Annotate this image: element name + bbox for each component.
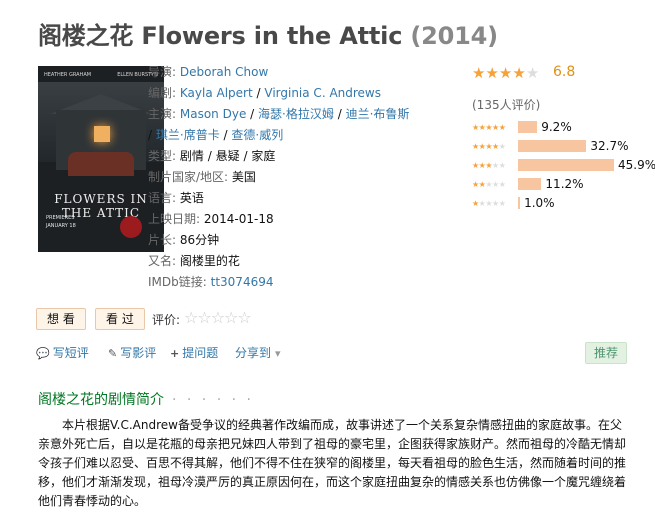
rating-bar — [518, 197, 521, 209]
rating-percent: 11.2% — [545, 177, 584, 191]
empty-star-icon: ★ — [525, 64, 540, 82]
bar-stars-icon: ★★★★★ — [472, 141, 506, 151]
star-icon: ★ — [472, 64, 486, 82]
cast-link[interactable]: Mason Dye — [180, 107, 246, 121]
rating-percent: 45.9% — [618, 158, 655, 172]
movie-poster[interactable]: HEATHER GRAHAM ELLEN BURSTYN FLOWERS IN … — [38, 66, 164, 252]
poster-cast: HEATHER GRAHAM ELLEN BURSTYN — [44, 72, 158, 78]
write-short-review-link[interactable]: 💬 写短评 — [36, 344, 89, 361]
bar-stars-icon: ★★★★★ — [472, 122, 506, 132]
cast-row: 主演: Mason Dye / 海瑟·格拉汉姆 / 迪兰·布鲁斯 — [148, 107, 410, 121]
star-icon: ★ — [485, 64, 499, 82]
rating-stars: ★★★★★ — [472, 64, 539, 82]
network-logo — [120, 216, 142, 238]
speech-bubble-icon: 💬 — [36, 347, 50, 360]
cast-link[interactable]: 迪兰·布鲁斯 — [346, 107, 410, 121]
movie-name: 阁楼之花 Flowers in the Attic — [38, 22, 403, 50]
movie-info: 导演: Deborah Chow 编剧: Kayla Alpert / Virg… — [148, 62, 418, 293]
rating-score: 6.8 — [553, 64, 576, 80]
aka-row: 又名: 阁楼里的花 — [148, 254, 240, 268]
rating-percent: 32.7% — [590, 139, 629, 153]
rating-bar — [518, 159, 614, 171]
rating-bar — [518, 140, 587, 152]
director-link[interactable]: Deborah Chow — [180, 65, 268, 79]
pencil-icon: ✎ — [108, 347, 118, 360]
imdb-link[interactable]: tt3074694 — [211, 275, 274, 289]
summary-heading: 阁楼之花的剧情简介 · · · · · · — [38, 392, 254, 408]
rating-bar — [518, 178, 542, 190]
cast-link[interactable]: 海瑟·格拉汉姆 — [258, 107, 334, 121]
star-icon: ★ — [498, 64, 513, 82]
bar-stars-icon: ★★★★★ — [472, 198, 506, 208]
writer-link[interactable]: Kayla Alpert — [180, 86, 253, 100]
rate-stars-input[interactable]: ☆☆☆☆☆ — [184, 308, 252, 327]
bar-stars-icon: ★★★★★ — [472, 179, 506, 189]
rating-percent: 1.0% — [524, 196, 555, 210]
imdb-row: IMDb链接: tt3074694 — [148, 275, 274, 289]
rating-percent: 9.2% — [541, 120, 572, 134]
watched-button[interactable]: 看 过 — [95, 308, 145, 330]
half-star-icon: ★ — [512, 64, 526, 82]
summary-text: 本片根据V.C.Andrew备受争议的经典著作改编而成，故事讲述了一个关系复杂情… — [38, 418, 627, 508]
writer-link[interactable]: Virginia C. Andrews — [264, 86, 381, 100]
runtime-row: 片长: 86分钟 — [148, 233, 220, 247]
rating-bar — [518, 121, 538, 133]
bar-stars-icon: ★★★★★ — [472, 160, 506, 170]
votes-link[interactable]: (135人评价) — [472, 96, 540, 113]
share-dropdown[interactable]: 分享到 ▾ — [235, 344, 284, 361]
rating-bar-row: ★★★★★ 45.9% — [472, 158, 655, 172]
rating-bar-row: ★★★★★ 11.2% — [472, 177, 584, 191]
rating-bar-row: ★★★★★ 32.7% — [472, 139, 629, 153]
director-row: 导演: Deborah Chow — [148, 65, 269, 79]
ask-question-link[interactable]: + 提问题 — [170, 344, 218, 361]
rating-bar-row: ★★★★★ 1.0% — [472, 196, 555, 210]
cast-link[interactable]: 琪兰·席普卡 — [156, 128, 220, 142]
want-to-watch-button[interactable]: 想 看 — [36, 308, 86, 330]
plus-icon: + — [170, 347, 180, 360]
page-title: 阁楼之花 Flowers in the Attic (2014) — [38, 16, 498, 51]
rate-label: 评价: — [152, 313, 181, 327]
writer-row: 编剧: Kayla Alpert / Virginia C. Andrews — [148, 86, 381, 100]
chevron-down-icon: ▾ — [275, 347, 281, 360]
genre-row: 类型: 剧情 / 悬疑 / 家庭 — [148, 149, 276, 163]
write-review-link[interactable]: ✎ 写影评 — [108, 344, 156, 361]
movie-year: (2014) — [410, 22, 498, 50]
cast-link[interactable]: 查德·威列 — [231, 128, 283, 142]
cast-row-cont: / 琪兰·席普卡 / 查德·威列 — [148, 128, 284, 142]
country-row: 制片国家/地区: 美国 — [148, 170, 256, 184]
rating-bar-row: ★★★★★ 9.2% — [472, 120, 572, 134]
language-row: 语言: 英语 — [148, 191, 204, 205]
recommend-button[interactable]: 推荐 — [585, 342, 628, 364]
release-row: 上映日期: 2014-01-18 — [148, 212, 274, 226]
poster-date: PREMIERES JANUARY 18 — [46, 215, 76, 229]
